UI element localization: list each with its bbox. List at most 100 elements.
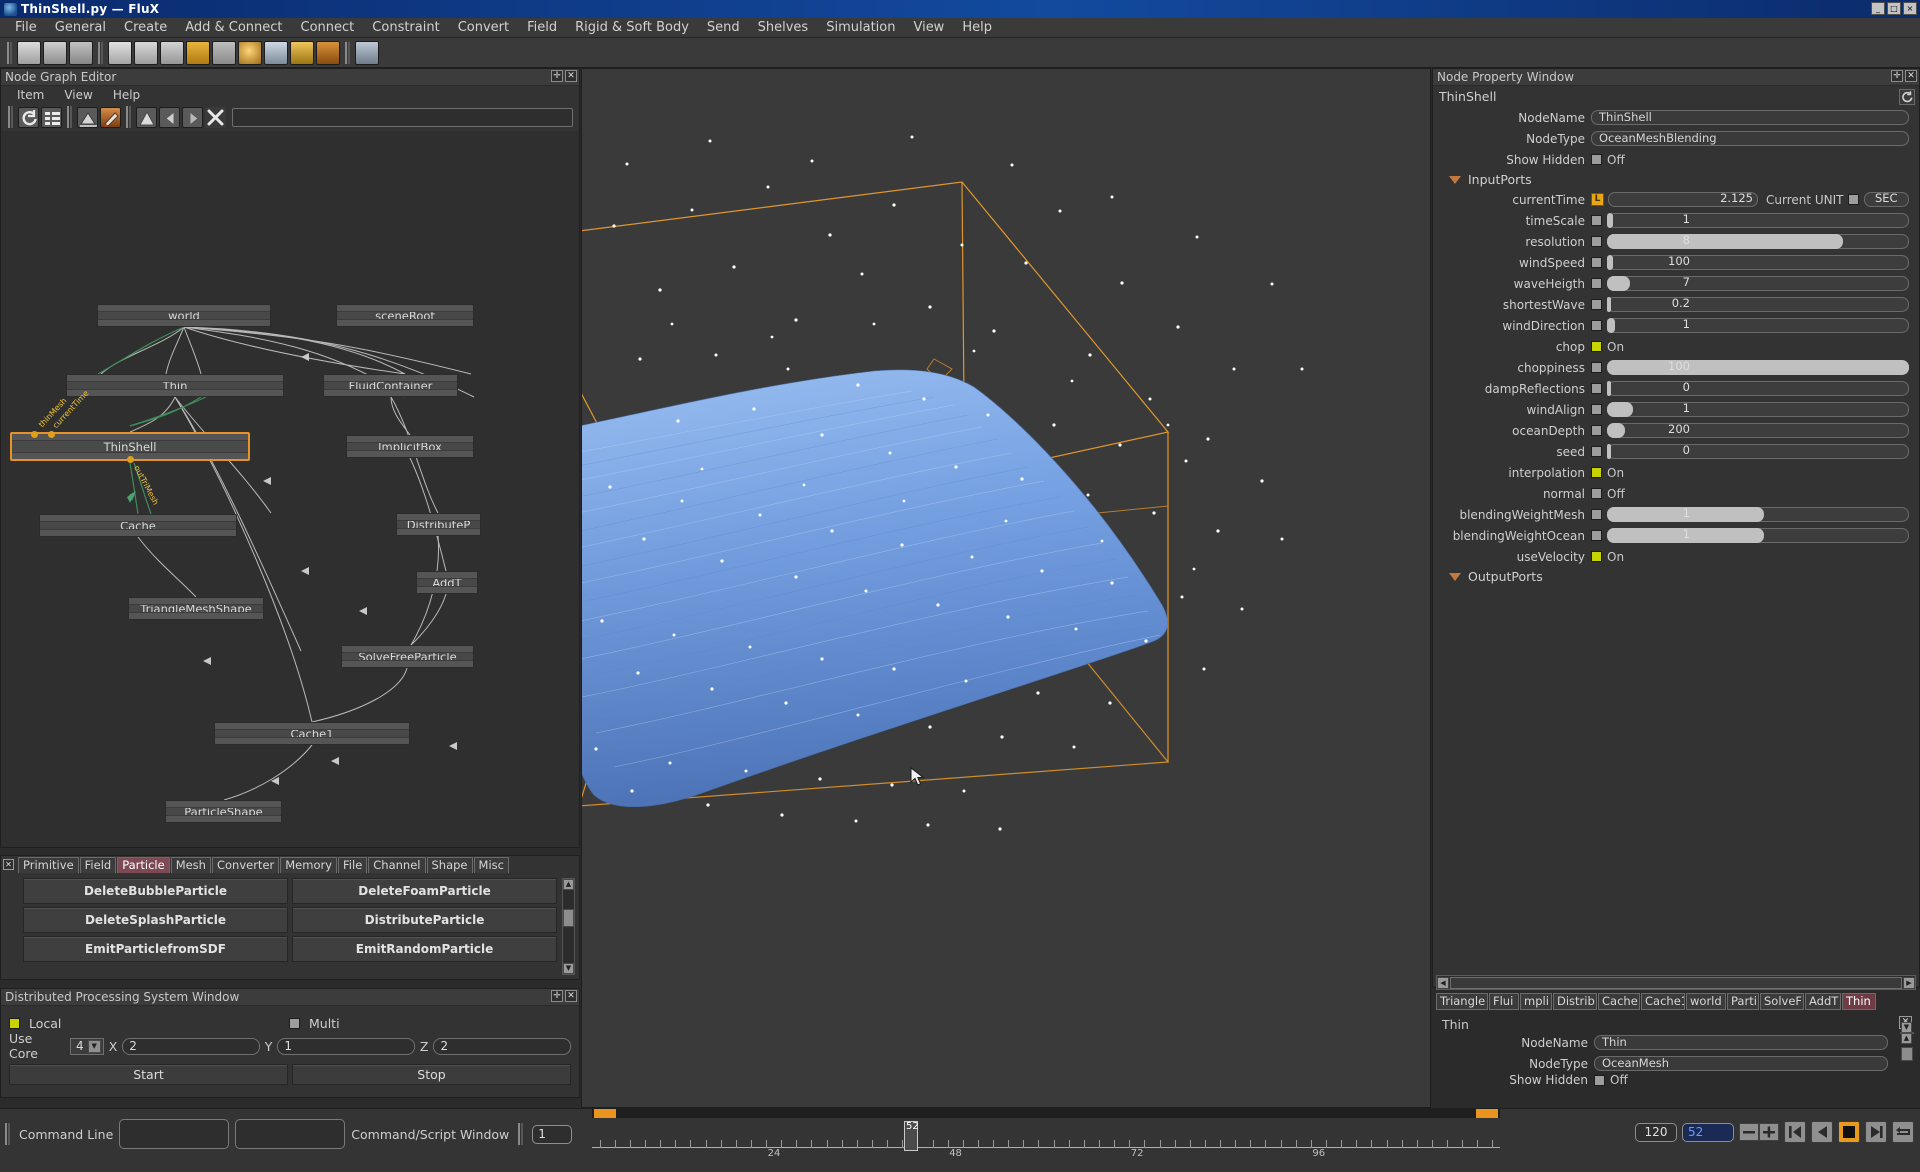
- port-swatch[interactable]: [1591, 425, 1602, 436]
- start-button[interactable]: Start: [9, 1064, 288, 1085]
- node-graph-menu-view[interactable]: View: [54, 88, 102, 102]
- shelf-tab-particle[interactable]: Particle: [117, 856, 170, 873]
- window-controls[interactable]: _ □ ×: [1871, 2, 1917, 15]
- shelf-tab-converter[interactable]: Converter: [211, 856, 280, 873]
- command-script-input[interactable]: [235, 1119, 346, 1149]
- keyframe-badge[interactable]: L: [1591, 193, 1604, 206]
- shelf-tab-primitive[interactable]: Primitive: [18, 856, 79, 873]
- port-swatch[interactable]: [1591, 404, 1602, 415]
- bottom-grip[interactable]: [5, 1123, 10, 1145]
- graph-node-implicitbox[interactable]: ImplicitBox: [346, 435, 474, 458]
- bottom-grip-2[interactable]: [518, 1123, 524, 1145]
- node-graph-menu-item[interactable]: Item: [7, 88, 54, 102]
- secondary-nodetype-input[interactable]: OceanMesh: [1594, 1056, 1888, 1071]
- np-tab-cache1[interactable]: Cache1: [1641, 993, 1685, 1010]
- dampreflections-slider[interactable]: 0: [1607, 381, 1909, 396]
- use-core-select[interactable]: 4 ▼: [70, 1037, 104, 1055]
- graph-node-thinshell[interactable]: ThinShell: [10, 431, 250, 463]
- current-frame-input[interactable]: 52: [1682, 1122, 1734, 1142]
- camera-icon[interactable]: [355, 40, 379, 65]
- dps-float-button[interactable]: ✛: [551, 990, 563, 1002]
- np-tab-solvef[interactable]: SolveF: [1760, 993, 1804, 1010]
- scroll-track[interactable]: [1450, 976, 1902, 989]
- menu-convert[interactable]: Convert: [449, 19, 518, 36]
- menu-create[interactable]: Create: [115, 19, 176, 36]
- port-swatch[interactable]: [1591, 509, 1602, 520]
- minimize-button[interactable]: _: [1871, 2, 1885, 15]
- shelf-tab-mesh[interactable]: Mesh: [170, 856, 211, 873]
- 3d-ocean-viewport[interactable]: [581, 68, 1431, 1108]
- graph-node-trianglemeshshape[interactable]: TriangleMeshShape: [128, 597, 264, 620]
- port-swatch[interactable]: [1591, 236, 1602, 247]
- menu-view[interactable]: View: [904, 19, 953, 36]
- shelf-tab-misc[interactable]: Misc: [473, 856, 509, 873]
- plus-icon[interactable]: [1759, 1123, 1779, 1141]
- nodetype-input[interactable]: OceanMeshBlending: [1591, 131, 1909, 146]
- scroll-down-arrow-icon[interactable]: ▼: [563, 963, 574, 974]
- minus-icon[interactable]: [1739, 1123, 1759, 1141]
- menu-send[interactable]: Send: [698, 19, 749, 36]
- node-output-port[interactable]: [127, 456, 134, 463]
- maximize-button[interactable]: □: [1887, 2, 1901, 15]
- graph-node-solvefreeparticle[interactable]: SolveFreeParticle: [341, 645, 474, 668]
- oceandepth-slider[interactable]: 200: [1607, 423, 1909, 438]
- menu-shelves[interactable]: Shelves: [749, 19, 818, 36]
- axis-y-input[interactable]: 1: [277, 1037, 415, 1055]
- np-tab-cache[interactable]: Cache: [1598, 993, 1640, 1010]
- port-swatch[interactable]: [1591, 320, 1602, 331]
- shelf-button-deletefoamparticle[interactable]: DeleteFoamParticle: [292, 878, 557, 904]
- node-graph-grip[interactable]: [8, 106, 13, 128]
- chevron-down-icon[interactable]: ▼: [87, 1039, 101, 1053]
- scroll-up-arrow-icon[interactable]: ▲: [1901, 1033, 1912, 1044]
- blendingweightmesh-slider[interactable]: 1: [1607, 507, 1909, 522]
- menu-help[interactable]: Help: [953, 19, 1001, 36]
- pencil-icon[interactable]: [100, 106, 121, 128]
- shelf-button-deletebubbleparticle[interactable]: DeleteBubbleParticle: [23, 878, 288, 904]
- command-line-input[interactable]: [119, 1119, 230, 1149]
- timescale-slider[interactable]: 1: [1607, 213, 1909, 228]
- scroll-down-arrow-icon[interactable]: ▼: [1901, 1022, 1912, 1033]
- shelf-tab-field[interactable]: Field: [79, 856, 117, 873]
- nodename-input[interactable]: ThinShell: [1591, 110, 1909, 125]
- close-button[interactable]: ×: [1903, 2, 1917, 15]
- menu-add-connect[interactable]: Add & Connect: [176, 19, 291, 36]
- port-swatch[interactable]: [1591, 299, 1602, 310]
- graph-node-distributeparticle[interactable]: DistributeP: [396, 513, 481, 536]
- np-tab-distrib[interactable]: Distrib: [1553, 993, 1597, 1010]
- shelf-close-icon[interactable]: ✕: [3, 859, 14, 870]
- choppiness-slider[interactable]: 100: [1607, 360, 1909, 375]
- range-end-input[interactable]: 120: [1635, 1122, 1677, 1142]
- node-property-hscrollbar[interactable]: ◀ ▶: [1436, 975, 1916, 990]
- inputports-group-header[interactable]: InputPorts: [1439, 170, 1913, 189]
- unit-value-field[interactable]: SEC: [1863, 192, 1909, 207]
- menu-field[interactable]: Field: [518, 19, 566, 36]
- local-toggle-swatch[interactable]: [9, 1017, 20, 1029]
- dps-local-row[interactable]: Local: [9, 1016, 289, 1031]
- menu-connect[interactable]: Connect: [292, 19, 364, 36]
- tools-icon[interactable]: [316, 40, 340, 65]
- open-file-icon[interactable]: [43, 40, 67, 65]
- node-graph-close-button[interactable]: ✕: [565, 70, 577, 82]
- graph-node-thin[interactable]: Thin: [66, 374, 284, 397]
- graph-node-particleshape[interactable]: ParticleShape: [165, 800, 282, 823]
- node-input-port[interactable]: [31, 431, 38, 438]
- timeline-range-start-handle[interactable]: [594, 1109, 616, 1118]
- toolbar-grip[interactable]: [7, 41, 12, 64]
- seed-slider[interactable]: 0: [1607, 444, 1909, 459]
- menu-simulation[interactable]: Simulation: [817, 19, 904, 36]
- menu-rigid-soft-body[interactable]: Rigid & Soft Body: [566, 19, 698, 36]
- multi-toggle-swatch[interactable]: [289, 1017, 300, 1029]
- save-file-icon[interactable]: [69, 40, 93, 65]
- timeline-range-track[interactable]: [592, 1109, 1500, 1118]
- node-graph-grip-3[interactable]: [126, 106, 131, 128]
- script-icon[interactable]: [290, 40, 314, 65]
- port-swatch[interactable]: [1591, 530, 1602, 541]
- dots-icon[interactable]: [212, 40, 236, 65]
- step-forward-icon[interactable]: [1865, 1121, 1887, 1143]
- dps-multi-row[interactable]: Multi: [289, 1016, 340, 1031]
- note-icon[interactable]: [186, 40, 210, 65]
- secondary-scrollbar[interactable]: ▲ ▼: [1900, 1022, 1914, 1061]
- port-swatch[interactable]: [1591, 215, 1602, 226]
- image-icon[interactable]: [264, 40, 288, 65]
- node-graph-grip-2[interactable]: [67, 106, 72, 128]
